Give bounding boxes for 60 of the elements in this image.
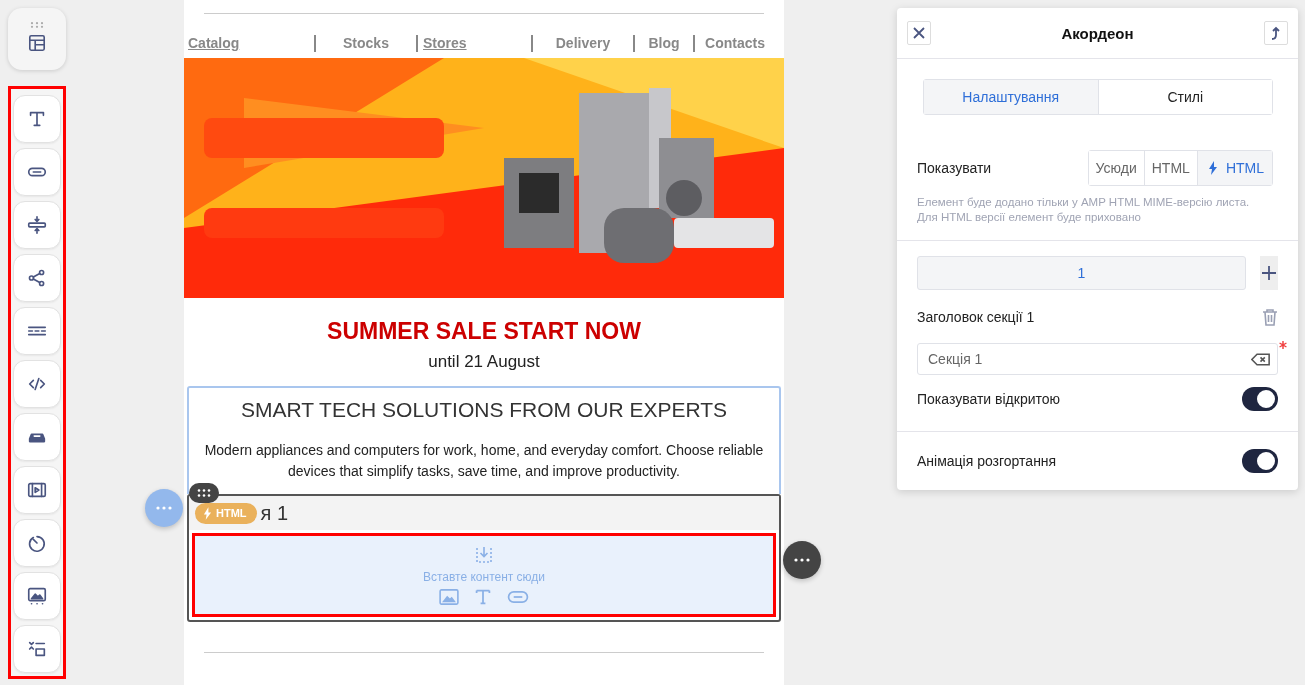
drag-handle-icon bbox=[197, 489, 211, 497]
more-button[interactable] bbox=[783, 541, 821, 579]
headline: SUMMER SALE START NOW bbox=[326, 318, 642, 344]
arrow-up-icon bbox=[1270, 26, 1282, 40]
close-icon bbox=[913, 27, 925, 39]
block-text: Modern appliances and computers for work, home, and everyday comfort. Choose reliable devices that simplify tasks, save time, and improve productivity. bbox=[203, 441, 765, 481]
trash-icon[interactable] bbox=[1262, 308, 1278, 326]
layout-icon bbox=[28, 34, 46, 52]
tool-button[interactable] bbox=[13, 572, 61, 620]
more-icon bbox=[794, 558, 810, 562]
tool-button[interactable] bbox=[13, 466, 61, 514]
badge-label: HTML bbox=[216, 507, 247, 519]
hint-text: Елемент буде додано тільки у AMP HTML MIME-версію листа. Для HTML версії елемент буде приховано bbox=[917, 195, 1251, 225]
spacer-icon bbox=[26, 214, 48, 236]
tool-button[interactable] bbox=[13, 148, 61, 196]
toggle-label: Показувати відкритою bbox=[917, 391, 1061, 407]
panel-title: Акордеон bbox=[1061, 24, 1134, 42]
plus-icon bbox=[1262, 266, 1276, 280]
clear-icon[interactable] bbox=[1251, 353, 1270, 366]
segment-option[interactable]: HTML bbox=[1196, 151, 1272, 185]
tool-button[interactable] bbox=[13, 307, 61, 355]
field-label: Заголовок секції 1 bbox=[917, 309, 1035, 325]
input-field[interactable]: Секція 1 bbox=[917, 343, 1278, 375]
show-label: Показувати bbox=[917, 160, 992, 176]
toggle-switch[interactable] bbox=[1242, 387, 1278, 411]
tool-button[interactable] bbox=[13, 625, 61, 673]
nav-link[interactable]: Contacts bbox=[705, 35, 765, 51]
nav-link[interactable]: Delivery bbox=[555, 35, 611, 51]
section-tab[interactable]: 1 bbox=[917, 256, 1246, 290]
tool-button[interactable] bbox=[13, 360, 61, 408]
more-icon bbox=[156, 506, 172, 510]
tab[interactable]: Стилі bbox=[1097, 80, 1272, 114]
tab[interactable]: Налаштування bbox=[924, 80, 1098, 114]
drop-hint: Вставте контент сюди bbox=[422, 570, 546, 584]
nav-link[interactable]: Catalog bbox=[188, 35, 240, 51]
tool-button[interactable] bbox=[13, 254, 61, 302]
tool-button[interactable] bbox=[13, 95, 61, 143]
lightning-icon bbox=[1207, 161, 1218, 175]
tool-button[interactable] bbox=[13, 413, 61, 461]
nav-link[interactable]: Stocks bbox=[343, 35, 389, 51]
insert-icon bbox=[474, 545, 494, 565]
toggle-label: Анімація розгортання bbox=[917, 453, 1057, 469]
tool-button[interactable] bbox=[13, 519, 61, 567]
add-button[interactable] bbox=[1260, 256, 1278, 290]
image-icon bbox=[26, 585, 48, 607]
subheadline: until 21 August bbox=[427, 352, 541, 372]
toggle-switch[interactable] bbox=[1242, 449, 1278, 473]
move-up-button[interactable] bbox=[1264, 21, 1288, 45]
nav-link[interactable]: Blog bbox=[648, 35, 680, 51]
required-icon bbox=[1279, 341, 1287, 349]
drag-handle-icon[interactable] bbox=[30, 22, 44, 28]
structure-button[interactable] bbox=[8, 8, 66, 70]
nav-link[interactable]: Stores bbox=[423, 35, 467, 51]
close-button[interactable] bbox=[907, 21, 931, 45]
block-title: SMART TECH SOLUTIONS FROM OUR EXPERTS bbox=[239, 398, 729, 422]
lightning-icon bbox=[203, 506, 212, 520]
tool-button[interactable] bbox=[13, 201, 61, 249]
accordion-header[interactable]: HTML я 1 bbox=[189, 496, 779, 530]
drag-handle[interactable] bbox=[189, 483, 219, 503]
accordion-title: я 1 bbox=[260, 501, 289, 525]
